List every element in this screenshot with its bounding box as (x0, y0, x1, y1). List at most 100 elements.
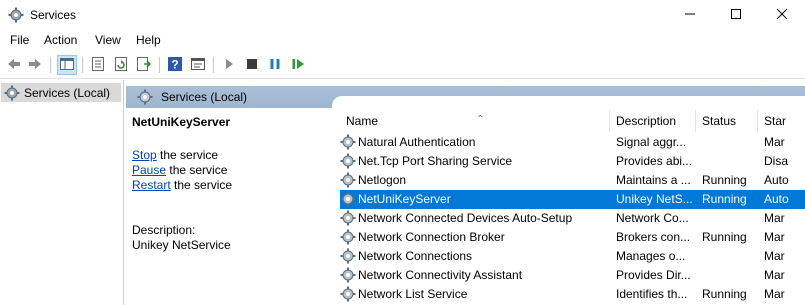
toolbar: ? (0, 53, 805, 79)
column-header-status[interactable]: Status (696, 110, 758, 132)
gear-icon (340, 153, 356, 169)
maximize-icon (730, 8, 742, 23)
console-button[interactable] (188, 55, 208, 75)
action-text: the service (170, 178, 233, 192)
stop-service-link[interactable]: Stop (132, 148, 157, 162)
refresh-button[interactable] (111, 55, 131, 75)
maximize-button[interactable] (713, 0, 759, 30)
table-row[interactable]: Netlogon Maintains a ... Running Auto (340, 171, 805, 190)
help-button[interactable]: ? (165, 55, 185, 75)
pause-icon (267, 56, 283, 75)
cell-status: Running (702, 173, 747, 187)
restart-service-link[interactable]: Restart (132, 178, 171, 192)
cell-description: Network Co... (616, 211, 689, 225)
column-header-name[interactable]: ⌃ Name (340, 110, 610, 132)
cell-startup: Auto (764, 192, 789, 206)
gear-icon (340, 172, 356, 188)
cell-name: Network Connection Broker (358, 230, 505, 244)
minimize-button[interactable] (667, 0, 713, 30)
table-row[interactable]: Network List Service Identifies th... Runn… (340, 285, 805, 304)
table-row[interactable]: Net.Tcp Port Sharing Service Provides abi… (340, 152, 805, 171)
gear-icon (340, 229, 356, 245)
help-icon: ? (167, 56, 183, 75)
export-list-icon (136, 56, 152, 75)
sort-up-icon: ⌃ (476, 114, 485, 125)
cell-name: Network List Service (358, 287, 468, 301)
minimize-icon (684, 8, 696, 23)
cell-startup: Auto (764, 173, 789, 187)
refresh-icon (113, 56, 129, 75)
console-tree: Services (Local) (0, 80, 124, 305)
cell-name: NetUniKeyServer (358, 192, 451, 206)
cell-startup: Mar (764, 268, 785, 282)
table-row[interactable]: Natural Authentication Signal aggr... Mar (340, 133, 805, 152)
column-header-description[interactable]: Description (610, 110, 696, 132)
show-hide-tree-icon (59, 56, 75, 75)
tree-item-label: Services (Local) (24, 85, 111, 100)
table-row[interactable]: Network Connectivity Assistant Provides D… (340, 266, 805, 285)
cell-description: Provides abi... (616, 154, 693, 168)
cell-startup: Disa (764, 154, 789, 168)
cell-description: Identifies th... (616, 287, 688, 301)
stop-service-button[interactable] (242, 55, 262, 75)
svg-text:?: ? (171, 57, 178, 71)
cell-startup: Mar (764, 230, 785, 244)
cell-status: Running (702, 192, 747, 206)
pause-service-link[interactable]: Pause (132, 163, 166, 177)
column-header-label: Description (616, 114, 677, 128)
stop-icon (244, 56, 260, 75)
menu-file[interactable]: File (10, 33, 29, 47)
action-pause: Pause the service (132, 163, 227, 177)
description-text: Unikey NetService (132, 238, 231, 252)
content-pane: Services (Local) NetUniKeyServer Stop th… (126, 80, 805, 305)
column-header-startup[interactable]: Star (758, 110, 805, 132)
gear-icon (340, 248, 356, 264)
close-button[interactable] (759, 0, 805, 30)
menu-view[interactable]: View (95, 33, 121, 47)
cell-startup: Mar (764, 249, 785, 263)
gear-icon (137, 89, 153, 105)
gear-icon (340, 134, 356, 150)
gear-icon (340, 210, 356, 226)
cell-status: Running (702, 230, 747, 244)
properties-button[interactable] (88, 55, 108, 75)
pause-service-button[interactable] (265, 55, 285, 75)
start-icon (221, 56, 237, 75)
menu-bar: File Action View Help (0, 30, 805, 51)
forward-icon (27, 56, 43, 75)
services-list: ⌃ Name Description Status Star Natural A… (332, 96, 805, 305)
cell-startup: Mar (764, 287, 785, 301)
selected-service-name: NetUniKeyServer (132, 115, 231, 129)
cell-name: Natural Authentication (358, 135, 476, 149)
cell-description: Manages o... (616, 249, 686, 263)
description-label: Description: (132, 223, 196, 237)
start-service-button[interactable] (219, 55, 239, 75)
show-hide-tree-button[interactable] (57, 55, 77, 75)
gear-icon (8, 7, 24, 23)
cell-name: Net.Tcp Port Sharing Service (358, 154, 513, 168)
gear-icon (340, 286, 356, 302)
restart-service-button[interactable] (288, 55, 308, 75)
gear-icon (340, 191, 356, 207)
cell-name: Network Connections (358, 249, 473, 263)
window-title: Services (30, 8, 77, 22)
cell-description: Unikey NetS... (616, 192, 693, 206)
gear-icon (4, 85, 20, 101)
content-header-title: Services (Local) (161, 90, 248, 104)
cell-name: Network Connectivity Assistant (358, 268, 523, 282)
table-row[interactable]: NetUniKeyServer Unikey NetS... Running Auto (340, 190, 805, 209)
menu-action[interactable]: Action (44, 33, 77, 47)
table-row[interactable]: Network Connections Manages o... Mar (340, 247, 805, 266)
action-restart: Restart the service (132, 178, 232, 192)
tree-item-services-local[interactable]: Services (Local) (1, 83, 121, 102)
table-row[interactable]: Network Connection Broker Brokers con... R… (340, 228, 805, 247)
cell-status: Running (702, 287, 747, 301)
export-list-button[interactable] (134, 55, 154, 75)
table-row[interactable]: Network Connected Devices Auto-Setup Netw… (340, 209, 805, 228)
cell-description: Provides Dir... (616, 268, 691, 282)
column-header-label: Status (702, 114, 737, 128)
back-button[interactable] (4, 55, 24, 75)
action-stop: Stop the service (132, 148, 218, 162)
forward-button[interactable] (25, 55, 45, 75)
menu-help[interactable]: Help (136, 33, 161, 47)
